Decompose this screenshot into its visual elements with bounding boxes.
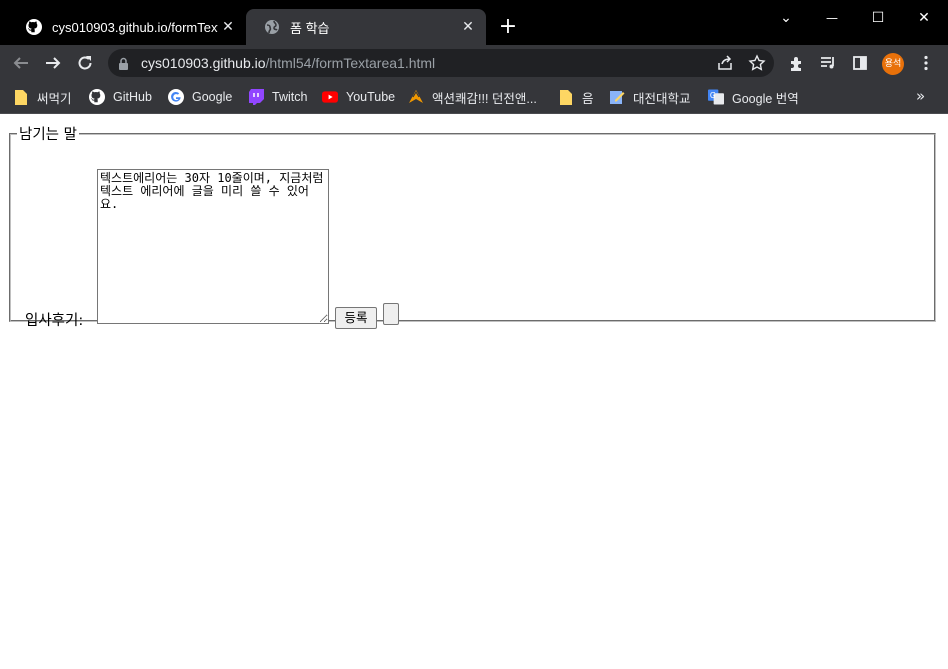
folder-icon xyxy=(13,89,29,105)
tab-github[interactable]: cys010903.github.io/formTextarea1.html ✕ xyxy=(8,9,246,45)
reload-icon[interactable] xyxy=(73,51,97,75)
bookmark-label: 대전대학교 xyxy=(633,91,691,106)
maximize-button[interactable]: ☐ xyxy=(855,6,901,30)
tab-form-study[interactable]: 폼 학습 ✕ xyxy=(246,9,486,45)
bookmark-twitch[interactable]: Twitch xyxy=(248,87,307,107)
bookmark-label: 써먹기 xyxy=(37,91,72,106)
bookmark-label: GitHub xyxy=(113,90,152,104)
title-bar: cys010903.github.io/formTextarea1.html ✕… xyxy=(0,0,948,45)
bookmark-star-icon[interactable] xyxy=(748,54,766,72)
bookmark-label: Google xyxy=(192,90,233,104)
url-path: /html54/formTextarea1.html xyxy=(265,55,436,71)
bookmark-folder-sseomeokgi[interactable]: 써먹기 xyxy=(13,87,72,107)
bookmarks-overflow-button[interactable]: » xyxy=(916,87,925,105)
bookmark-google[interactable]: Google xyxy=(168,87,232,107)
close-window-button[interactable]: ✕ xyxy=(901,6,947,30)
fieldset-legend: 남기는 말 xyxy=(19,127,77,143)
bookmark-label: Twitch xyxy=(272,90,308,104)
bookmark-github[interactable]: GitHub xyxy=(89,87,152,107)
bookmark-folder-eum[interactable]: 음 xyxy=(558,87,594,107)
close-tab-icon[interactable]: ✕ xyxy=(218,19,238,35)
bookmark-label: Google 번역 xyxy=(732,91,799,106)
review-textarea[interactable]: 텍스트에리어는 30자 10줄이며, 지금처럼 텍스트 에리어에 글을 미리 쓸… xyxy=(97,169,329,324)
globe-icon xyxy=(264,19,280,35)
close-tab-icon[interactable]: ✕ xyxy=(458,19,478,35)
bookmark-youtube[interactable]: YouTube xyxy=(322,87,395,107)
bookmark-daejeon-univ[interactable]: 대전대학교 xyxy=(609,87,691,107)
url-host: cys010903.github.io xyxy=(141,55,266,71)
translate-icon: G xyxy=(708,89,724,105)
share-icon[interactable] xyxy=(716,54,734,72)
side-panel-icon[interactable] xyxy=(851,54,869,72)
review-label: 입사후기: xyxy=(25,313,84,329)
browser-toolbar: cys010903.github.io/html54/formTextarea1… xyxy=(0,45,948,81)
github-icon xyxy=(26,19,42,35)
page-content: 남기는 말 입사후기: 텍스트에리어는 30자 10줄이며, 지금처럼 텍스트 … xyxy=(0,114,948,669)
minimize-button[interactable]: — xyxy=(809,6,855,30)
lock-icon[interactable] xyxy=(118,56,129,75)
bookmark-dnf[interactable]: 액션쾌감!!! 던전앤... xyxy=(408,87,537,107)
empty-button[interactable] xyxy=(383,303,399,325)
bookmark-label: 음 xyxy=(582,91,594,106)
back-arrow-icon[interactable] xyxy=(9,51,33,75)
bookmark-google-translate[interactable]: G Google 번역 xyxy=(708,87,799,107)
profile-avatar[interactable]: 용석 xyxy=(882,53,904,75)
message-fieldset: 남기는 말 입사후기: 텍스트에리어는 30자 10줄이며, 지금처럼 텍스트 … xyxy=(9,123,936,329)
tab-search-chevron-icon[interactable]: ⌄ xyxy=(763,6,809,30)
forward-arrow-icon[interactable] xyxy=(41,51,65,75)
extensions-icon[interactable] xyxy=(788,54,806,72)
bookmarks-bar: 써먹기 GitHub Google Twitch YouTube 액션쾌감!!!… xyxy=(0,81,948,114)
svg-text:G: G xyxy=(710,91,716,100)
edit-icon xyxy=(609,89,625,105)
youtube-icon xyxy=(322,89,338,105)
folder-icon xyxy=(558,89,574,105)
tab-title: cys010903.github.io/formTextarea1.html xyxy=(52,19,218,35)
menu-kebab-icon[interactable] xyxy=(917,54,935,72)
tab-title: 폼 학습 xyxy=(290,20,330,36)
address-bar[interactable]: cys010903.github.io/html54/formTextarea1… xyxy=(108,49,774,77)
media-control-icon[interactable] xyxy=(819,54,837,72)
dnf-icon xyxy=(408,89,424,105)
bookmark-label: 액션쾌감!!! 던전앤... xyxy=(432,91,537,106)
google-icon xyxy=(168,89,184,105)
twitch-icon xyxy=(248,89,264,105)
new-tab-button[interactable]: + xyxy=(497,14,519,40)
submit-button[interactable]: 등록 xyxy=(335,307,377,329)
bookmark-label: YouTube xyxy=(346,90,396,104)
url-text: cys010903.github.io/html54/formTextarea1… xyxy=(141,55,435,71)
github-icon xyxy=(89,89,105,105)
